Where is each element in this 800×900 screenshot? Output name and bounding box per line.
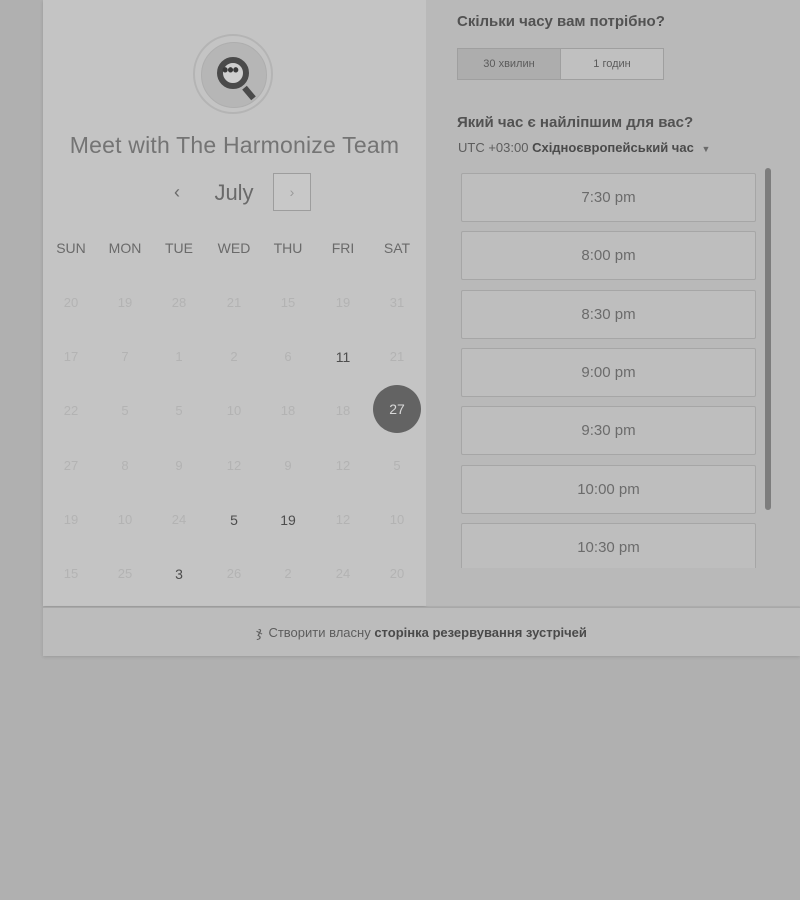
calendar-day-unavailable: 22 xyxy=(63,403,79,418)
calendar-day-unavailable: 10 xyxy=(226,403,242,418)
month-label: July xyxy=(214,180,254,205)
calendar-day-unavailable: 9 xyxy=(175,458,183,473)
calendar-day-unavailable: 7 xyxy=(121,349,129,364)
calendar-day-unavailable: 18 xyxy=(335,403,351,418)
footer-link-text[interactable]: сторінка резервування зустрічей xyxy=(374,625,587,640)
calendar-day-selected[interactable]: 27 xyxy=(373,385,421,433)
time-slot-button[interactable]: 8:00 pm xyxy=(461,231,756,281)
scrollbar[interactable] xyxy=(765,168,771,510)
time-slot-button[interactable]: 10:00 pm xyxy=(461,464,756,514)
calendar-day-unavailable: 19 xyxy=(335,295,351,310)
time-slot-button[interactable]: 8:30 pm xyxy=(461,289,756,339)
calendar-day-unavailable: 1 xyxy=(175,349,183,364)
calendar-day-unavailable: 28 xyxy=(171,295,187,310)
calendar-day-unavailable: 10 xyxy=(117,512,133,527)
hubspot-sprocket-icon: ჯ xyxy=(256,623,263,640)
calendar-day-available[interactable]: 19 xyxy=(261,512,315,528)
calendar-day-available[interactable]: 5 xyxy=(207,512,261,528)
time-slot-button[interactable]: 10:30 pm xyxy=(461,522,756,568)
timezone-selector[interactable]: UTC +03:00 Східноєвропейський час ▼ xyxy=(458,140,710,155)
time-slot-button[interactable]: 9:00 pm xyxy=(461,347,756,397)
prev-month-button[interactable]: ‹ xyxy=(167,182,187,202)
calendar-day-unavailable: 12 xyxy=(335,512,351,527)
meeting-title: Meet with The Harmonize Team xyxy=(69,132,400,158)
weekday-header: THU xyxy=(273,240,303,256)
ellipsis-icon: ••• xyxy=(222,60,239,80)
next-month-button[interactable]: › xyxy=(273,173,311,211)
calendar-day-unavailable: 2 xyxy=(284,566,292,581)
calendar-day-unavailable: 15 xyxy=(280,295,296,310)
calendar-day-unavailable: 5 xyxy=(393,458,401,473)
calendar-day-unavailable: 21 xyxy=(226,295,242,310)
calendar-day-unavailable: 15 xyxy=(63,566,79,581)
calendar-day-unavailable: 12 xyxy=(335,458,351,473)
calendar-day-unavailable: 25 xyxy=(117,566,133,581)
calendar-day-unavailable: 17 xyxy=(63,349,79,364)
calendar-day-available[interactable]: 3 xyxy=(152,566,206,582)
footer-text: Створити власну xyxy=(268,624,371,640)
calendar-day-unavailable: 18 xyxy=(280,403,296,418)
calendar-day-unavailable: 8 xyxy=(121,458,129,473)
weekday-header: FRI xyxy=(331,240,355,256)
calendar-day-unavailable: 24 xyxy=(335,566,351,581)
footer-create-page-link[interactable]: ჯ Створити власну сторінка резервування … xyxy=(43,607,800,656)
calendar-day-unavailable: 20 xyxy=(389,566,405,581)
weekday-header: WED xyxy=(217,240,251,256)
team-avatar: ••• xyxy=(193,34,273,114)
calendar-day-unavailable: 19 xyxy=(63,512,79,527)
calendar-day-unavailable: 5 xyxy=(121,403,129,418)
weekday-header: SUN xyxy=(56,240,86,256)
month-navigation: ‹ July › xyxy=(43,172,426,214)
calendar-day-unavailable: 19 xyxy=(117,295,133,310)
calendar-day-unavailable: 9 xyxy=(284,458,292,473)
duration-question: Скільки часу вам потрібно? xyxy=(457,13,665,30)
timezone-name: Східноєвропейський час xyxy=(532,140,694,155)
time-slot-button[interactable]: 9:30 pm xyxy=(461,406,756,456)
calendar-day-unavailable: 5 xyxy=(175,403,183,418)
calendar-day-unavailable: 6 xyxy=(284,349,292,364)
calendar-day-unavailable: 20 xyxy=(63,295,79,310)
weekday-header: TUE xyxy=(165,240,193,256)
time-slot-list[interactable]: 7:30 pm 8:00 pm 8:30 pm 9:00 pm 9:30 pm 10:00… xyxy=(455,168,765,568)
time-question: Який час є найліпшим для вас? xyxy=(457,114,694,131)
duration-option[interactable]: 30 хвилин xyxy=(458,49,561,79)
weekday-header: SAT xyxy=(383,240,411,256)
timezone-offset: UTC +03:00 xyxy=(458,140,529,155)
caret-down-icon: ▼ xyxy=(701,144,711,154)
calendar-day-unavailable: 2 xyxy=(230,349,238,364)
time-slot-button[interactable]: 7:30 pm xyxy=(461,173,756,222)
calendar-day-unavailable: 12 xyxy=(226,458,242,473)
calendar-day-unavailable: 26 xyxy=(226,566,242,581)
duration-selector: 30 хвилин 1 годин xyxy=(457,48,664,80)
calendar-day-unavailable: 21 xyxy=(389,349,405,364)
calendar-day-unavailable: 10 xyxy=(389,512,405,527)
duration-option[interactable]: 1 годин xyxy=(561,49,663,79)
calendar-day-unavailable: 31 xyxy=(389,295,405,310)
weekday-header: MON xyxy=(108,240,142,256)
calendar-day-available[interactable]: 11 xyxy=(316,349,370,365)
calendar-day-unavailable: 27 xyxy=(63,458,79,473)
calendar-day-unavailable: 24 xyxy=(171,512,187,527)
